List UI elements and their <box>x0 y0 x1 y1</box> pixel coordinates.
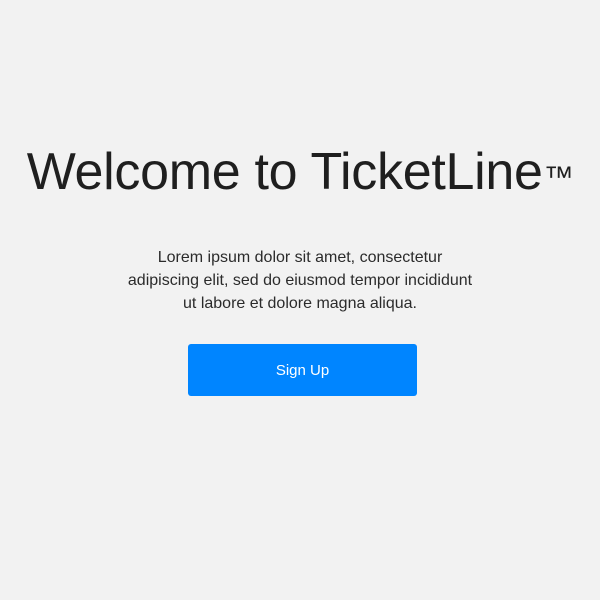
intro-text: Lorem ipsum dolor sit amet, consectetur … <box>127 249 473 312</box>
sign-up-button[interactable]: Sign Up <box>188 344 417 396</box>
page-title-text: Welcome to TicketLine <box>26 143 543 201</box>
trademark-symbol: ™ <box>543 161 574 194</box>
welcome-screen: Welcome to TicketLine™ Lorem ipsum dolor… <box>0 0 600 600</box>
page-title: Welcome to TicketLine™ <box>0 140 600 204</box>
